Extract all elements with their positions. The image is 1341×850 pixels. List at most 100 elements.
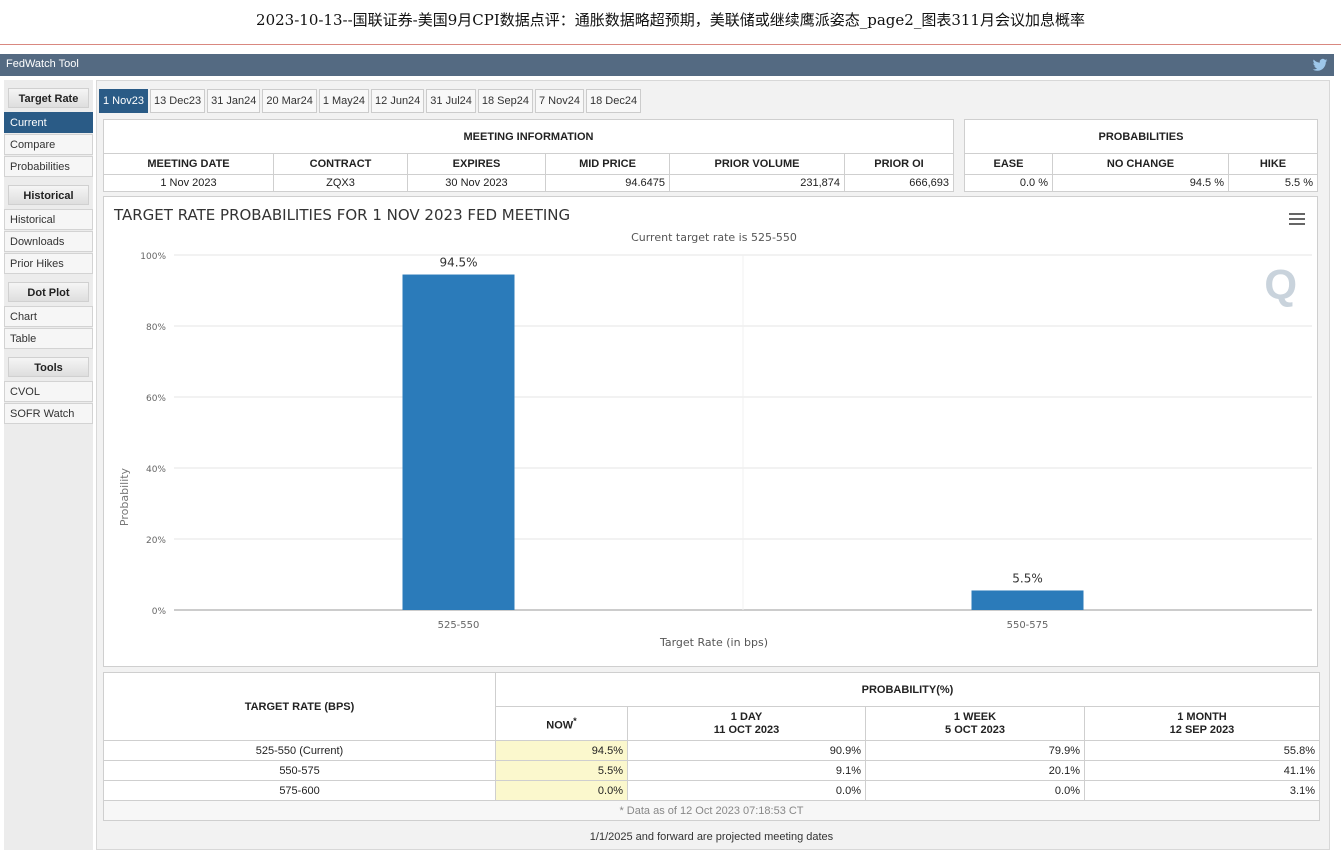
- chart-menu-icon[interactable]: [1289, 213, 1305, 225]
- sidebar-item-probabilities[interactable]: Probabilities: [4, 156, 93, 177]
- day-cell: 9.1%: [627, 760, 866, 781]
- sidebar-section-dot-plot: Dot Plot: [8, 282, 89, 302]
- x-axis-title: Target Rate (in bps): [659, 636, 768, 649]
- tab-12-jun24[interactable]: 12 Jun24: [371, 89, 425, 113]
- main-panel: 1 Nov23 13 Dec23 31 Jan24 20 Mar24 1 May…: [96, 80, 1330, 850]
- sidebar-item-prior-hikes[interactable]: Prior Hikes: [4, 253, 93, 274]
- projection-footnote: 1/1/2025 and forward are projected meeti…: [589, 831, 834, 843]
- col-now-label: NOW: [546, 719, 574, 732]
- title-divider: [0, 44, 1341, 45]
- col-1-month: 1 MONTH 12 SEP 2023: [1084, 706, 1320, 741]
- sidebar-item-sofr-watch[interactable]: SOFR Watch: [4, 403, 93, 424]
- hike-value: 5.5 %: [1228, 174, 1318, 192]
- tab-1-may24[interactable]: 1 May24: [318, 89, 370, 113]
- chart-svg: TARGET RATE PROBABILITIES FOR 1 NOV 2023…: [113, 206, 1312, 649]
- col-meeting-date: MEETING DATE: [103, 153, 274, 175]
- probabilities-title: PROBABILITIES: [964, 119, 1318, 154]
- y-tick-label: 100%: [140, 252, 166, 262]
- document-title: 2023-10-13--国联证券-美国9月CPI数据点评：通胀数据略超预期，美联…: [256, 11, 1085, 29]
- probabilities-table: PROBABILITIES EASE NO CHANGE HIKE 0.0 % …: [964, 119, 1318, 192]
- twitter-icon[interactable]: [1312, 57, 1328, 73]
- y-axis-title: Probability: [118, 467, 131, 526]
- expires-value: 30 Nov 2023: [407, 174, 546, 192]
- plot-area: 0% 20% 40% 60% 80% 100% 94.5% 525-550 5.5% 550-57…: [140, 252, 1312, 631]
- col-contract: CONTRACT: [273, 153, 408, 175]
- now-cell: 94.5%: [495, 740, 628, 761]
- now-cell: 5.5%: [495, 760, 628, 781]
- meeting-info-title: MEETING INFORMATION: [103, 119, 954, 154]
- rate-cell: 525-550 (Current): [103, 740, 496, 761]
- col-mid-price: MID PRICE: [545, 153, 670, 175]
- app-name: FedWatch Tool: [6, 58, 79, 70]
- tab-20-mar24[interactable]: 20 Mar24: [262, 89, 317, 113]
- meeting-date-value: 1 Nov 2023: [103, 174, 274, 192]
- col-1-week: 1 WEEK 5 OCT 2023: [865, 706, 1085, 741]
- col-ease: EASE: [964, 153, 1053, 175]
- col-prior-volume: PRIOR VOLUME: [669, 153, 845, 175]
- data-label: 5.5%: [1012, 571, 1043, 585]
- tab-7-nov24[interactable]: 7 Nov24: [535, 89, 584, 113]
- meeting-info-table: MEETING INFORMATION MEETING DATE CONTRAC…: [103, 119, 954, 192]
- table-row: 550-575 5.5% 9.1% 20.1% 41.1%: [103, 760, 1320, 781]
- tab-1-nov23[interactable]: 1 Nov23: [99, 89, 148, 113]
- week-cell: 79.9%: [865, 740, 1085, 761]
- col-1-week-date: 5 OCT 2023: [945, 723, 1005, 736]
- x-tick-label: 550-575: [1007, 620, 1049, 631]
- table-row: 525-550 (Current) 94.5% 90.9% 79.9% 55.8…: [103, 740, 1320, 761]
- col-1-day-date: 11 OCT 2023: [713, 723, 780, 736]
- cme-logo-icon: Q: [1264, 261, 1297, 308]
- col-no-change: NO CHANGE: [1052, 153, 1229, 175]
- meeting-tabs: 1 Nov23 13 Dec23 31 Jan24 20 Mar24 1 May…: [99, 89, 643, 113]
- sidebar-item-historical[interactable]: Historical: [4, 209, 93, 230]
- tab-18-dec24[interactable]: 18 Dec24: [585, 89, 642, 113]
- col-hike: HIKE: [1228, 153, 1318, 175]
- tab-13-dec23[interactable]: 13 Dec23: [149, 89, 206, 113]
- ease-value: 0.0 %: [964, 174, 1053, 192]
- day-cell: 0.0%: [627, 780, 866, 801]
- table-row: 575-600 0.0% 0.0% 0.0% 3.1%: [103, 780, 1320, 801]
- mid-price-value: 94.6475: [545, 174, 670, 192]
- chart-title: TARGET RATE PROBABILITIES FOR 1 NOV 2023…: [113, 206, 570, 224]
- sidebar: Target Rate Current Compare Probabilitie…: [4, 80, 93, 850]
- rate-cell: 550-575: [103, 760, 496, 781]
- month-cell: 41.1%: [1084, 760, 1320, 781]
- sidebar-item-downloads[interactable]: Downloads: [4, 231, 93, 252]
- y-tick-label: 40%: [146, 465, 166, 475]
- no-change-value: 94.5 %: [1052, 174, 1229, 192]
- week-cell: 0.0%: [865, 780, 1085, 801]
- prior-volume-value: 231,874: [669, 174, 845, 192]
- sidebar-item-compare[interactable]: Compare: [4, 134, 93, 155]
- col-target-rate: TARGET RATE (BPS): [103, 672, 496, 741]
- col-1-day: 1 DAY 11 OCT 2023: [627, 706, 866, 741]
- tab-18-sep24[interactable]: 18 Sep24: [477, 89, 533, 113]
- sidebar-section-tools: Tools: [8, 357, 89, 377]
- week-cell: 20.1%: [865, 760, 1085, 781]
- probability-table: TARGET RATE (BPS) PROBABILITY(%) NOW* 1 …: [103, 672, 1320, 821]
- data-label: 94.5%: [439, 256, 477, 270]
- sidebar-item-table[interactable]: Table: [4, 328, 93, 349]
- sidebar-item-current[interactable]: Current: [4, 112, 93, 133]
- bar: [402, 274, 515, 610]
- data-timestamp-note: * Data as of 12 Oct 2023 07:18:53 CT: [103, 800, 1320, 821]
- contract-value: ZQX3: [273, 174, 408, 192]
- col-1-day-label: 1 DAY: [730, 710, 763, 723]
- probability-chart: TARGET RATE PROBABILITIES FOR 1 NOV 2023…: [103, 196, 1318, 667]
- month-cell: 3.1%: [1084, 780, 1320, 801]
- rate-cell: 575-600: [103, 780, 496, 801]
- tab-31-jul24[interactable]: 31 Jul24: [426, 89, 476, 113]
- col-1-month-label: 1 MONTH: [1177, 710, 1227, 723]
- tab-31-jan24[interactable]: 31 Jan24: [207, 89, 261, 113]
- col-prior-oi: PRIOR OI: [844, 153, 954, 175]
- col-expires: EXPIRES: [407, 153, 546, 175]
- col-1-month-date: 12 SEP 2023: [1169, 723, 1235, 736]
- sidebar-section-historical: Historical: [8, 185, 89, 205]
- sidebar-item-cvol[interactable]: CVOL: [4, 381, 93, 402]
- y-tick-label: 80%: [146, 323, 166, 333]
- bar: [971, 590, 1084, 610]
- col-now: NOW*: [495, 706, 628, 741]
- sidebar-item-chart[interactable]: Chart: [4, 306, 93, 327]
- y-tick-label: 60%: [146, 394, 166, 404]
- prior-oi-value: 666,693: [844, 174, 954, 192]
- x-tick-label: 525-550: [438, 620, 480, 631]
- sidebar-section-target-rate: Target Rate: [8, 88, 89, 108]
